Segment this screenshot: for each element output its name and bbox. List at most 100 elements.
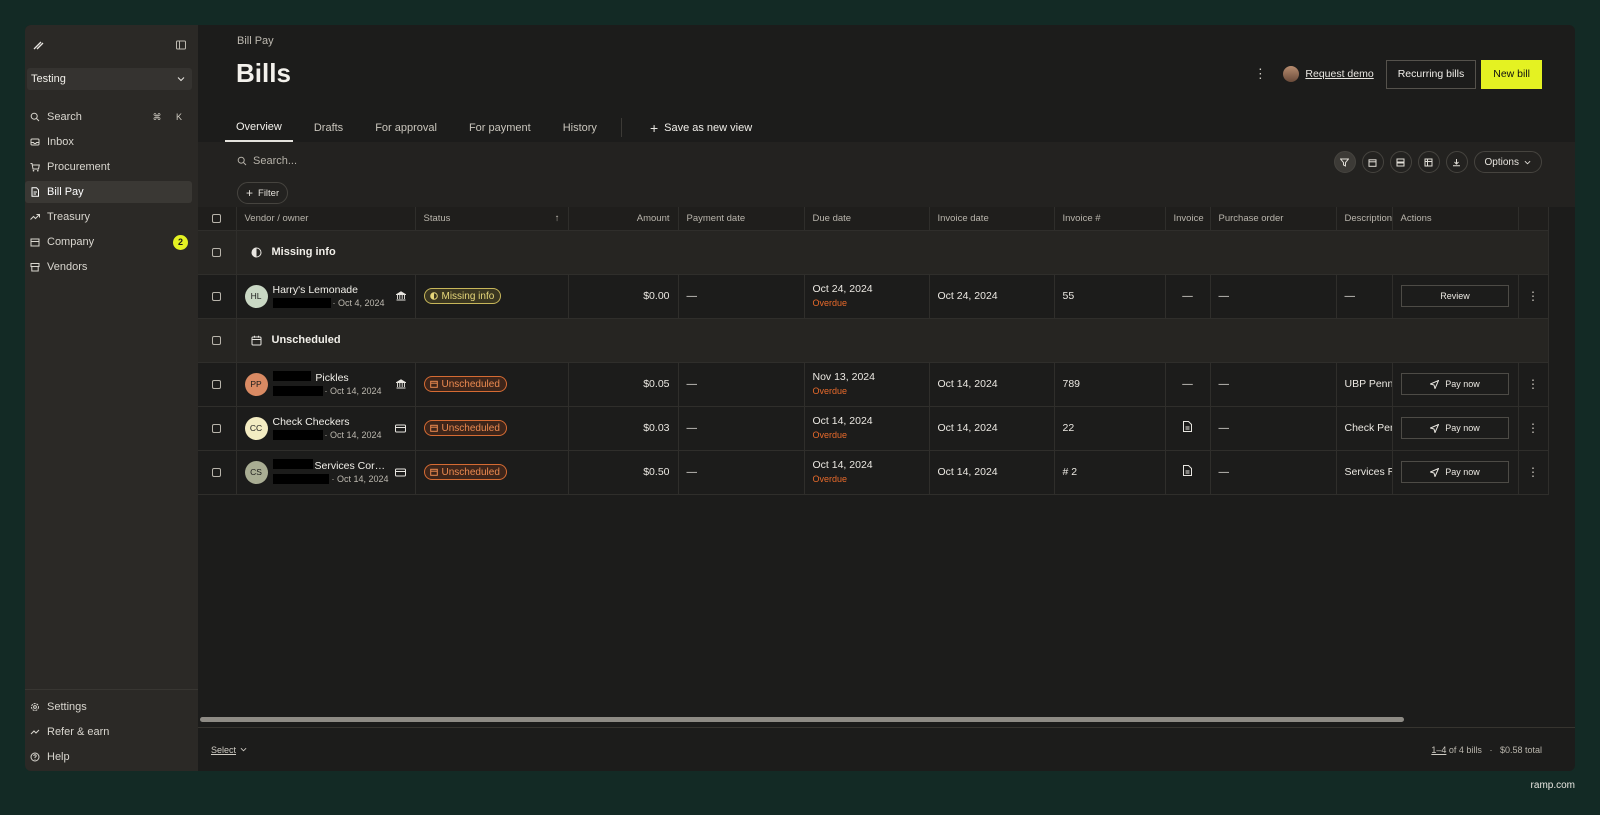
column-header-status[interactable]: Status ↑: [415, 207, 569, 231]
vendor-name[interactable]: Check Checkers: [273, 415, 389, 429]
status-badge[interactable]: Unscheduled: [423, 420, 507, 436]
page-title: Bills: [236, 58, 291, 88]
status-header-label: Status: [423, 212, 451, 224]
document-icon[interactable]: [1183, 465, 1192, 479]
sidebar-item-settings[interactable]: Settings: [25, 696, 192, 718]
table-row[interactable]: CS Services Corpor... · Oct 14, 2024 Uns…: [198, 450, 1549, 495]
sidebar-collapse-icon[interactable]: [174, 38, 188, 52]
table-row[interactable]: CC Check Checkers · Oct 14, 2024 Unsched…: [198, 406, 1549, 451]
row-checkbox[interactable]: [212, 291, 222, 301]
business-name: Testing: [31, 73, 66, 85]
row-more-icon[interactable]: ⋮: [1518, 274, 1549, 319]
group-rows-icon[interactable]: [1389, 151, 1412, 173]
pay-now-button[interactable]: Pay now: [1401, 417, 1509, 439]
sidebar-item-inbox[interactable]: Inbox: [25, 131, 192, 153]
vendor-cell: PP Pickles · Oct 14, 2024: [236, 362, 416, 407]
filter-funnel-icon[interactable]: [1333, 151, 1356, 173]
vendor-name-row[interactable]: Pickles: [272, 370, 389, 385]
new-bill-button[interactable]: New bill: [1481, 59, 1542, 89]
vendor-avatar: HL: [244, 284, 268, 308]
column-header-description[interactable]: Description: [1336, 207, 1393, 231]
group-checkbox[interactable]: [212, 247, 222, 257]
sidebar-item-refer[interactable]: Refer & earn: [25, 721, 192, 743]
due-date-cell: Oct 24, 2024 Overdue: [804, 274, 930, 319]
ramp-logo-icon[interactable]: [31, 38, 45, 52]
search-input[interactable]: Search...: [237, 155, 297, 167]
description-cell: Check Pen: [1336, 406, 1393, 451]
tab-overview[interactable]: Overview: [225, 113, 293, 142]
row-checkbox-cell: [198, 406, 237, 451]
vendor-cell: CC Check Checkers · Oct 14, 2024: [236, 406, 416, 451]
save-as-new-view-button[interactable]: + Save as new view: [650, 113, 752, 142]
row-checkbox[interactable]: [212, 467, 222, 477]
group-checkbox[interactable]: [212, 335, 222, 345]
row-more-icon[interactable]: ⋮: [1518, 406, 1549, 451]
actions-cell: Review: [1392, 274, 1519, 319]
sidebar-item-treasury[interactable]: Treasury: [25, 206, 192, 228]
sidebar-item-label: Help: [47, 751, 70, 763]
column-header-amount[interactable]: Amount: [568, 207, 679, 231]
column-header-invoice-number[interactable]: Invoice #: [1054, 207, 1166, 231]
redacted-name: [272, 458, 313, 469]
request-demo-link[interactable]: Request demo: [1283, 66, 1374, 82]
row-more-icon[interactable]: ⋮: [1518, 362, 1549, 407]
column-header-vendor[interactable]: Vendor / owner: [236, 207, 416, 231]
calendar-icon[interactable]: [1361, 151, 1384, 173]
sidebar-item-bill-pay[interactable]: Bill Pay: [25, 181, 192, 203]
column-header-due-date[interactable]: Due date: [804, 207, 930, 231]
invoice-date-cell: Oct 14, 2024: [929, 406, 1055, 451]
vendor: PP Pickles · Oct 14, 2024: [244, 370, 407, 398]
sidebar-item-help[interactable]: Help: [25, 746, 192, 768]
horizontal-scrollbar[interactable]: [200, 717, 1404, 722]
sidebar-item-search[interactable]: Search ⌘ K: [25, 106, 192, 128]
column-header-purchase-order[interactable]: Purchase order: [1210, 207, 1337, 231]
column-header-payment-date[interactable]: Payment date: [678, 207, 805, 231]
table-toolbar: Search... Options + Filter: [198, 142, 1575, 207]
tab-for-approval[interactable]: For approval: [364, 113, 448, 142]
status-badge[interactable]: Unscheduled: [423, 376, 507, 392]
tab-history[interactable]: History: [552, 113, 608, 142]
download-icon[interactable]: [1445, 151, 1468, 173]
column-header-invoice[interactable]: Invoice: [1165, 207, 1211, 231]
document-icon[interactable]: [1183, 421, 1192, 435]
table-row[interactable]: PP Pickles · Oct 14, 2024 Unscheduled $0…: [198, 362, 1549, 407]
vendor: HL Harry's Lemonade · Oct 4, 2024: [244, 283, 407, 310]
sidebar-item-company[interactable]: Company 2: [25, 231, 192, 253]
calendar-icon: [429, 380, 438, 388]
options-dropdown[interactable]: Options: [1473, 151, 1542, 173]
select-all-checkbox[interactable]: [212, 213, 222, 223]
vendor-name[interactable]: Harry's Lemonade: [273, 283, 389, 297]
row-checkbox[interactable]: [212, 379, 222, 389]
select-dropdown[interactable]: Select: [211, 745, 247, 755]
add-filter-button[interactable]: + Filter: [237, 182, 289, 204]
breadcrumb[interactable]: Bill Pay: [237, 35, 274, 47]
row-checkbox[interactable]: [212, 423, 222, 433]
review-button[interactable]: Review: [1401, 285, 1509, 307]
columns-icon[interactable]: [1417, 151, 1440, 173]
group-row[interactable]: Unscheduled: [198, 318, 1549, 363]
inbox-icon: [29, 136, 41, 148]
table-row[interactable]: HL Harry's Lemonade · Oct 4, 2024 Missin…: [198, 274, 1549, 319]
recurring-bills-button[interactable]: Recurring bills: [1385, 59, 1477, 89]
sidebar-item-procurement[interactable]: Procurement: [25, 156, 192, 178]
status-badge[interactable]: Missing info: [423, 288, 502, 304]
trending-up-icon: [29, 211, 41, 223]
page-range-link[interactable]: 1–4: [1431, 745, 1446, 755]
vendor-name-row[interactable]: Services Corpor...: [272, 458, 389, 473]
business-switcher[interactable]: Testing: [27, 68, 192, 90]
bank-icon: [395, 379, 407, 389]
sidebar-item-vendors[interactable]: Vendors: [25, 256, 192, 278]
tab-drafts[interactable]: Drafts: [303, 113, 354, 142]
more-options-icon[interactable]: ⋮: [1253, 66, 1267, 82]
pay-now-button[interactable]: Pay now: [1401, 461, 1509, 483]
group-row[interactable]: Missing info: [198, 230, 1549, 275]
overdue-label: Overdue: [812, 386, 848, 396]
vendor-text: Pickles · Oct 14, 2024: [272, 370, 389, 398]
pay-now-button[interactable]: Pay now: [1401, 373, 1509, 395]
tab-for-payment[interactable]: For payment: [458, 113, 542, 142]
actions-cell: Pay now: [1392, 450, 1519, 495]
status-badge[interactable]: Unscheduled: [423, 464, 507, 480]
column-header-invoice-date[interactable]: Invoice date: [929, 207, 1055, 231]
invoice-date-cell: Oct 24, 2024: [929, 274, 1055, 319]
row-more-icon[interactable]: ⋮: [1518, 450, 1549, 495]
